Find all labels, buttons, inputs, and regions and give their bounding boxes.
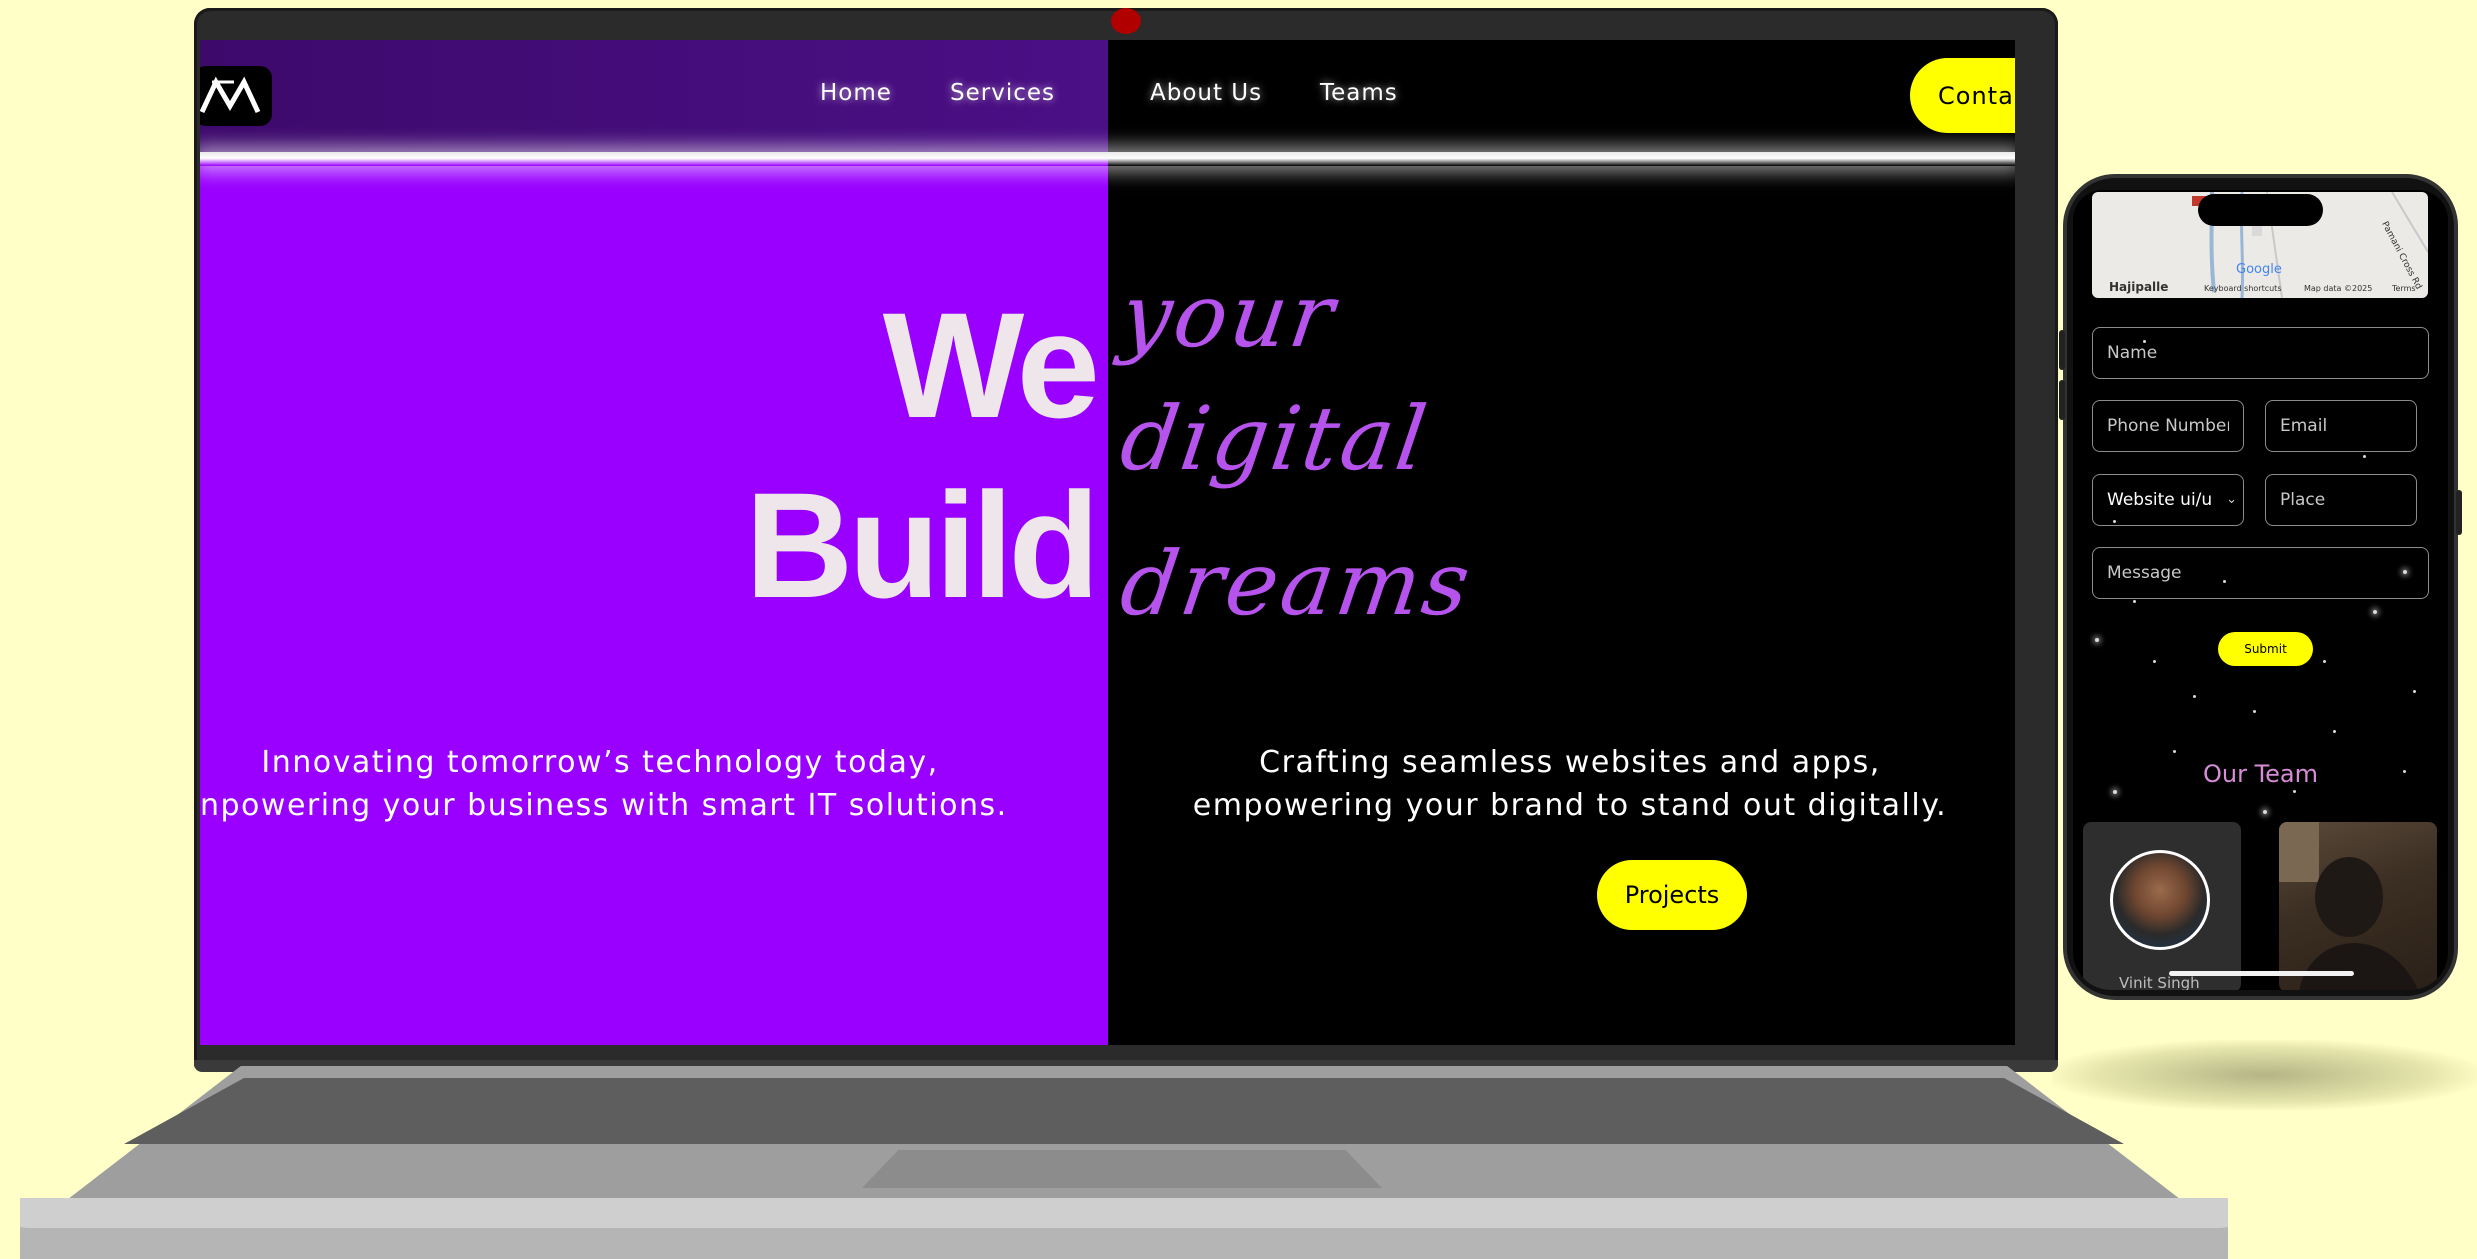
- laptop-base-front: [20, 1228, 2228, 1259]
- message-field[interactable]: [2092, 547, 2429, 599]
- webcam-icon: [1111, 8, 1141, 34]
- phone-volume-up-button: [2059, 330, 2065, 370]
- logo-icon: [200, 76, 261, 114]
- star: [2193, 695, 2196, 698]
- map-data-credit: Map data ©2025: [2304, 284, 2373, 293]
- team-member-name: Vinit Singh: [2119, 974, 2200, 990]
- hero-heading-we: We: [882, 281, 1100, 449]
- star: [2293, 790, 2296, 793]
- hero-script-dreams: dreams: [1114, 532, 1479, 635]
- person-photo-icon: [2279, 822, 2418, 990]
- place-field[interactable]: [2265, 474, 2417, 526]
- map-google-logo: Google: [2236, 262, 2282, 277]
- right-tagline-line1: Crafting seamless websites and apps,: [1259, 745, 1881, 780]
- star: [2113, 790, 2117, 794]
- submit-button[interactable]: Submit: [2218, 632, 2313, 666]
- hero-heading-build: Build: [745, 461, 1100, 629]
- right-tagline-line2: empowering your brand to stand out digit…: [1192, 788, 1948, 823]
- star: [2413, 690, 2416, 693]
- laptop-trackpad: [862, 1150, 1382, 1188]
- phone-shadow: [2052, 1040, 2477, 1110]
- phone-volume-down-button: [2059, 380, 2065, 420]
- team-member-photo[interactable]: [2279, 822, 2437, 990]
- nav-teams[interactable]: Teams: [1320, 80, 1398, 106]
- phone-screen: Hajipalle Google Keyboard shortcuts Map …: [2073, 190, 2448, 990]
- phone-number-field[interactable]: [2092, 400, 2244, 452]
- star: [2253, 710, 2256, 713]
- map-keyboard-shortcuts[interactable]: Keyboard shortcuts: [2204, 284, 2281, 293]
- nav-services[interactable]: Services: [950, 80, 1055, 106]
- star: [2133, 600, 2136, 603]
- email-field[interactable]: [2265, 400, 2417, 452]
- laptop-keyboard-deck: [124, 1078, 2124, 1144]
- hero-script-your: your: [1114, 264, 1343, 367]
- avatar: [2110, 850, 2210, 950]
- nav-home[interactable]: Home: [820, 80, 892, 106]
- star: [2153, 660, 2156, 663]
- home-indicator: [2169, 971, 2354, 976]
- navbar-glow-divider: [200, 152, 2015, 166]
- team-member-card[interactable]: Vinit Singh: [2083, 822, 2241, 990]
- laptop-screen: Home Services About Us Teams Conta We Bu…: [200, 40, 2015, 1045]
- star: [2373, 610, 2377, 614]
- star: [2323, 660, 2326, 663]
- contact-button[interactable]: Conta: [1910, 58, 2015, 133]
- projects-button[interactable]: Projects: [1597, 860, 1747, 930]
- map-place-label: Hajipalle: [2109, 280, 2169, 294]
- nav-about-us[interactable]: About Us: [1150, 80, 1262, 106]
- dynamic-island: [2198, 194, 2323, 226]
- service-select[interactable]: Website ui/u ⌄: [2092, 474, 2244, 526]
- star: [2363, 455, 2366, 458]
- phone-power-button: [2456, 490, 2462, 535]
- star: [2263, 810, 2267, 814]
- our-team-heading: Our Team: [2202, 760, 2319, 788]
- left-tagline-line2: npowering your business with smart IT so…: [200, 788, 1008, 823]
- star: [2173, 750, 2176, 753]
- star: [2095, 638, 2099, 642]
- left-tagline-line1: Innovating tomorrow’s technology today,: [261, 745, 939, 780]
- chevron-down-icon: ⌄: [2226, 492, 2237, 507]
- service-select-value: Website ui/u: [2107, 490, 2213, 510]
- name-field[interactable]: [2092, 327, 2429, 379]
- logo[interactable]: [200, 66, 272, 126]
- star: [2333, 730, 2336, 733]
- hero-script-digital: digital: [1114, 387, 1436, 490]
